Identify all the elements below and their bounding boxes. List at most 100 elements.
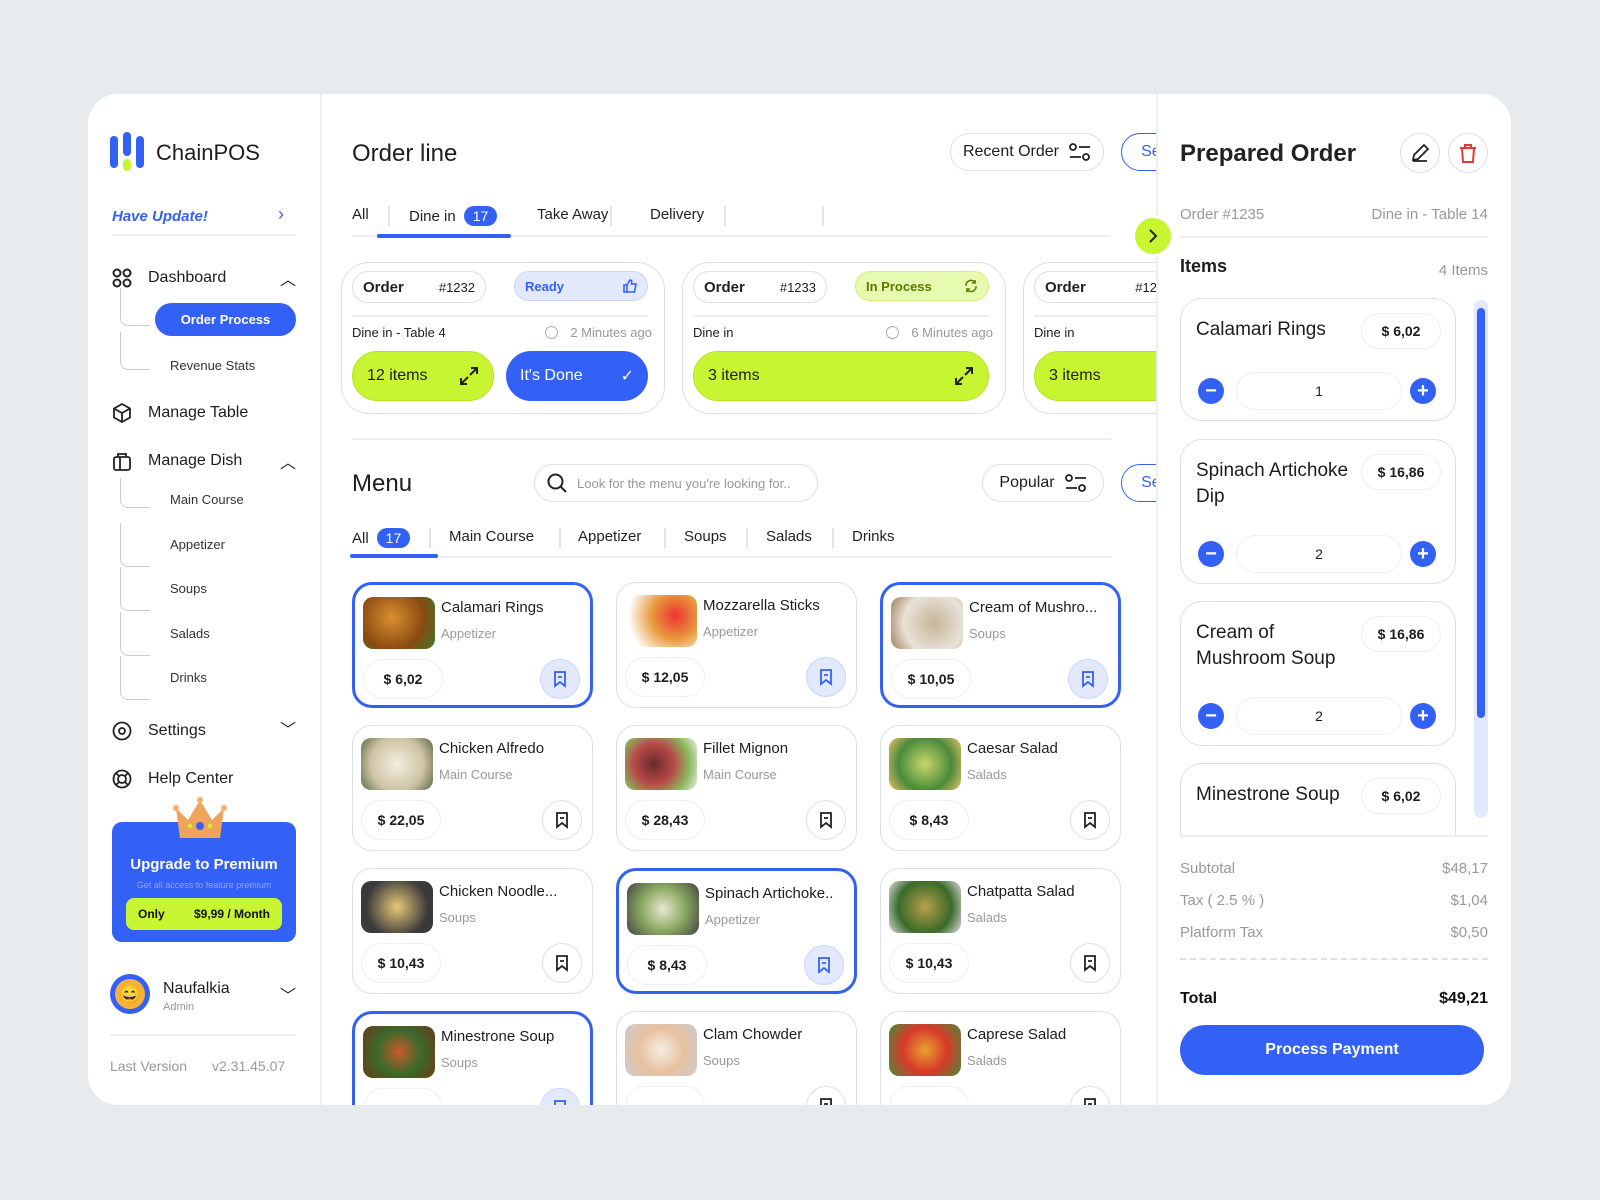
add-to-order-button[interactable] [1068,659,1108,699]
menu-tab-soups[interactable]: Soups [684,528,727,545]
expand-icon [460,367,478,385]
sidebar-item-soups[interactable]: Soups [170,581,207,596]
tab-take-away[interactable]: Take Away [537,206,608,223]
add-to-order-button[interactable] [540,659,580,699]
add-to-order-button[interactable] [542,943,582,983]
menu-tab-appetizer[interactable]: Appetizer [578,528,641,545]
menu-see-all-button[interactable]: See All [1121,464,1156,502]
order-card[interactable]: Order #1232 Ready Dine in - Table 4 2 Min… [341,262,665,414]
add-to-order-button[interactable] [806,657,846,697]
sidebar-item-appetizer[interactable]: Appetizer [170,537,225,552]
menu-item-card[interactable]: Calamari Rings Appetizer $ 6,02 [352,582,593,708]
menu-tab-salads[interactable]: Salads [766,528,812,545]
chevron-up-icon[interactable]: ︿ [280,266,296,290]
items-label: Items [1180,256,1228,276]
menu-item-card[interactable]: Fillet Mignon Main Course $ 28,43 [616,725,857,851]
add-to-order-button[interactable] [1070,1086,1110,1105]
menu-item-card[interactable]: Chicken Noodle... Soups $ 10,43 [352,868,593,994]
quantity-field[interactable]: 2 [1236,535,1402,573]
menu-search[interactable]: Look for the menu you're looking for.. [534,464,818,502]
sidebar-item-settings[interactable]: Settings [112,721,206,741]
menu-item-card[interactable]: Minestrone Soup Soups [352,1011,593,1105]
sidebar-item-main-course[interactable]: Main Course [170,492,244,507]
version-value: v2.31.45.07 [212,1058,286,1074]
decrease-button[interactable]: − [1198,703,1224,729]
add-to-order-button[interactable] [804,945,844,985]
quantity-field[interactable]: 1 [1236,372,1402,410]
sidebar-item-dashboard[interactable]: Dashboard [112,268,226,288]
view-items-button[interactable]: 3 items [1034,351,1156,401]
order-card[interactable]: Order #12 Dine in 3 items [1023,262,1156,414]
food-image [889,738,961,790]
items-scrollbar[interactable] [1474,300,1488,818]
order-card[interactable]: Order #1233 In Process Dine in 6 Minutes … [682,262,1006,414]
brand-name: ChainPOS [156,140,260,165]
have-update-link[interactable]: Have Update! [112,208,208,225]
menu-item-card[interactable]: Clam Chowder Soups [616,1011,857,1105]
menu-item-card[interactable]: Caprese Salad Salads [880,1011,1121,1105]
menu-tab-drinks[interactable]: Drinks [852,528,895,545]
next-order-button[interactable] [1133,216,1173,256]
menu-item-card[interactable]: Cream of Mushro... Soups $ 10,05 [880,582,1121,708]
sidebar-item-revenue-stats[interactable]: Revenue Stats [170,358,255,373]
chevron-right-icon[interactable]: › [278,204,284,225]
sidebar-item-manage-table[interactable]: Manage Table [112,403,248,423]
edit-button[interactable] [1400,133,1440,173]
add-to-order-button[interactable] [1070,800,1110,840]
view-items-button[interactable]: 3 items [693,351,989,401]
add-to-order-button[interactable] [542,800,582,840]
add-to-order-button[interactable] [806,1086,846,1105]
menu-item-card[interactable]: Chatpatta Salad Salads $ 10,43 [880,868,1121,994]
add-to-order-button[interactable] [1070,943,1110,983]
food-image [625,738,697,790]
price-tag: $ 12,05 [625,657,705,697]
add-to-order-button[interactable] [806,800,846,840]
orders-see-all-button[interactable]: See All [1121,133,1156,171]
item-price: $ 16,86 [1361,616,1441,652]
quantity-field[interactable]: 2 [1236,697,1402,735]
food-image [361,738,433,790]
popular-sort-button[interactable]: Popular [982,464,1104,502]
delete-button[interactable] [1448,133,1488,173]
view-items-button[interactable]: 12 items [352,351,494,401]
sidebar-item-salads[interactable]: Salads [170,626,210,641]
increase-button[interactable]: + [1410,703,1436,729]
process-payment-button[interactable]: Process Payment [1180,1025,1484,1075]
tab-all[interactable]: All [352,206,369,223]
decrease-button[interactable]: − [1198,541,1224,567]
chevron-down-icon[interactable]: ﹀ [280,982,296,1006]
sidebar-item-manage-dish[interactable]: Manage Dish [112,451,242,471]
bookmark-icon [820,669,832,686]
chevron-up-icon[interactable]: ︿ [280,449,296,473]
menu-item-card[interactable]: Caesar Salad Salads $ 8,43 [880,725,1121,851]
item-price: $ 6,02 [1361,778,1441,814]
premium-card[interactable]: Upgrade to Premium Get all access to fea… [112,822,296,942]
its-done-button[interactable]: It's Done ✓ [506,351,648,401]
avatar[interactable]: 😄 [110,974,150,1014]
sidebar-item-help-center[interactable]: Help Center [112,769,233,789]
clock-icon [886,326,900,339]
menu-item-card[interactable]: Chicken Alfredo Main Course $ 22,05 [352,725,593,851]
tab-delivery[interactable]: Delivery [650,206,704,223]
sidebar-item-drinks[interactable]: Drinks [170,670,207,685]
panel-title: Prepared Order [1180,140,1357,167]
menu-item-card[interactable]: Spinach Artichoke.. Appetizer $ 8,43 [616,868,857,994]
food-image [627,883,699,935]
sidebar-item-order-process[interactable]: Order Process [155,303,296,336]
menu-tab-main-course[interactable]: Main Course [449,528,534,545]
menu-item-card[interactable]: Mozzarella Sticks Appetizer $ 12,05 [616,582,857,708]
decrease-button[interactable]: − [1198,378,1224,404]
increase-button[interactable]: + [1410,378,1436,404]
trash-icon [1460,144,1476,163]
tab-dine-in[interactable]: Dine in 17 [409,206,498,226]
add-to-order-button[interactable] [540,1088,580,1105]
price-tag [363,1088,443,1105]
premium-price-button[interactable]: Only $9,99 / Month [126,898,282,930]
item-price: $ 6,02 [1361,313,1441,349]
menu-tab-all[interactable]: All 17 [352,528,411,548]
recent-order-button[interactable]: Recent Order [950,133,1104,171]
order-number-chip: Order #1232 [352,271,486,303]
bookmark-icon [1084,812,1096,829]
increase-button[interactable]: + [1410,541,1436,567]
chevron-down-icon[interactable]: ﹀ [280,716,296,740]
